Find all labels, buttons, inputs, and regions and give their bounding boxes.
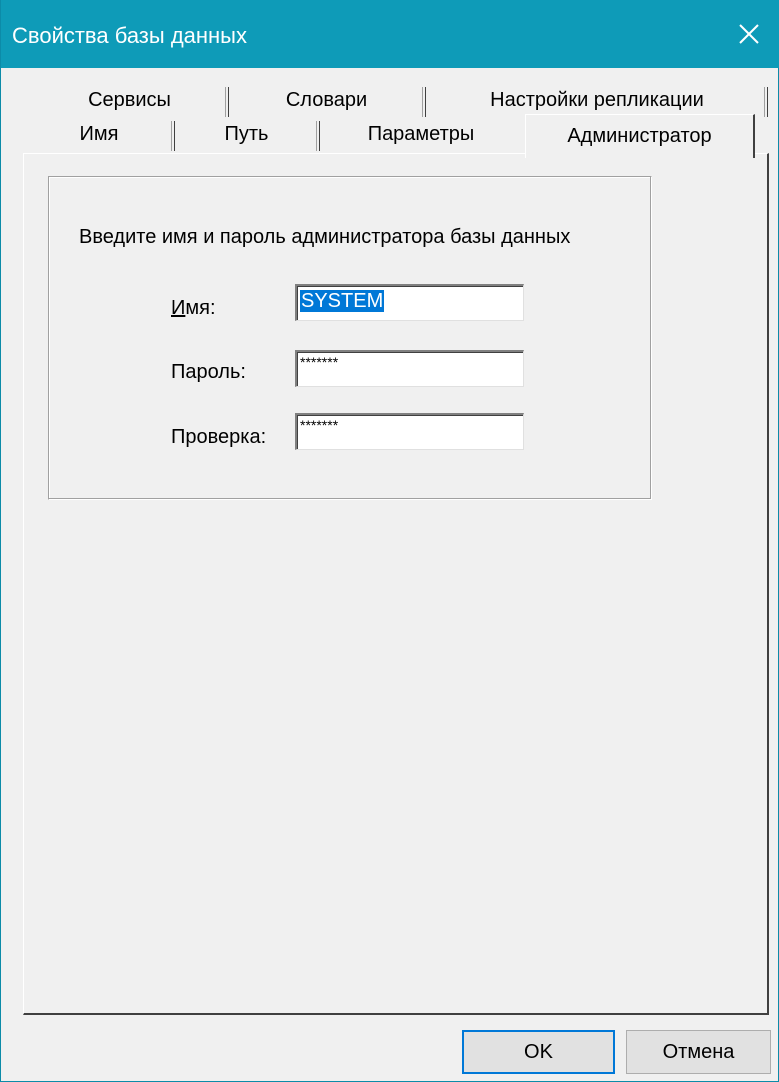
tab-administrator[interactable]: Администратор	[525, 114, 755, 158]
password-field[interactable]: *******	[295, 350, 524, 387]
close-icon	[739, 24, 759, 44]
intro-text: Введите имя и пароль администратора базы…	[79, 226, 571, 248]
confirm-password-field[interactable]: *******	[295, 413, 524, 450]
tab-label: Сервисы	[88, 89, 171, 111]
cancel-button[interactable]: Отмена	[626, 1030, 771, 1074]
tab-name[interactable]: Имя	[25, 118, 175, 152]
password-label: Пароль:	[171, 361, 246, 383]
confirm-value: *******	[300, 417, 339, 433]
tab-path[interactable]: Путь	[175, 118, 320, 152]
tab-label: Путь	[224, 123, 269, 145]
window-title: Свойства базы данных	[12, 23, 247, 48]
password-value: *******	[300, 354, 339, 370]
title-bar[interactable]: Свойства базы данных	[1, 0, 779, 68]
tab-dictionaries[interactable]: Словари	[229, 84, 426, 118]
tab-label: Словари	[285, 89, 368, 111]
admin-name-value: SYSTEM	[300, 290, 385, 312]
tab-services[interactable]: Сервисы	[32, 84, 229, 118]
name-label: Имя:	[171, 297, 216, 319]
tab-replication-settings[interactable]: Настройки репликации	[426, 84, 768, 118]
confirm-label: Проверка:	[171, 426, 267, 448]
credentials-group	[48, 176, 652, 500]
tab-label: Имя	[79, 123, 119, 145]
tab-label: Администратор	[567, 125, 712, 147]
tab-label: Настройки репликации	[490, 89, 704, 111]
close-button[interactable]	[718, 0, 779, 68]
tab-label: Параметры	[367, 123, 475, 145]
admin-name-field[interactable]: SYSTEM	[295, 284, 524, 321]
ok-button[interactable]: OK	[462, 1030, 615, 1074]
dialog-window: Свойства базы данных Сервисы Словари Нас…	[0, 0, 779, 1082]
tab-parameters[interactable]: Параметры	[320, 118, 522, 152]
